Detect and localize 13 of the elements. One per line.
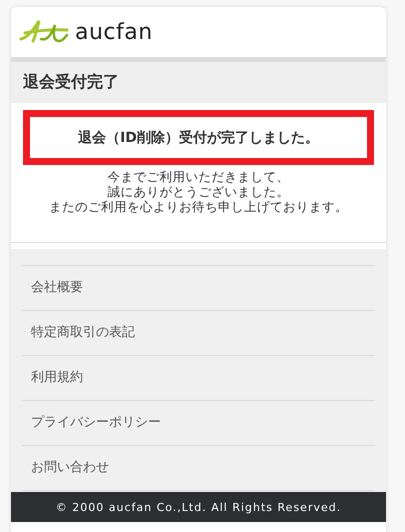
message-text: 今までご利用いただきまして、 (108, 169, 290, 184)
logo-text[interactable]: aucfan (75, 20, 153, 44)
swirl-logo-icon (19, 19, 69, 45)
footer-link[interactable]: お問い合わせ (22, 446, 375, 491)
footer-link[interactable]: 利用規約 (22, 356, 375, 401)
footer-link[interactable]: 会社概要 (22, 266, 375, 311)
page-title: 退会受付完了 (23, 72, 119, 93)
footer-link[interactable]: 特定商取引の表記 (22, 311, 375, 356)
copyright-text: © 2000 aucfan Co.,Ltd. All Rights Reserved. (56, 500, 342, 514)
message-text: 誠にありがとうございました。 (108, 184, 290, 199)
message-text: またのご利用を心よりお待ち申し上げております。 (49, 199, 348, 214)
footer-link[interactable]: プライバシーポリシー (22, 401, 375, 446)
notice-headline: 退会（ID削除）受付が完了しました。 (78, 128, 319, 146)
